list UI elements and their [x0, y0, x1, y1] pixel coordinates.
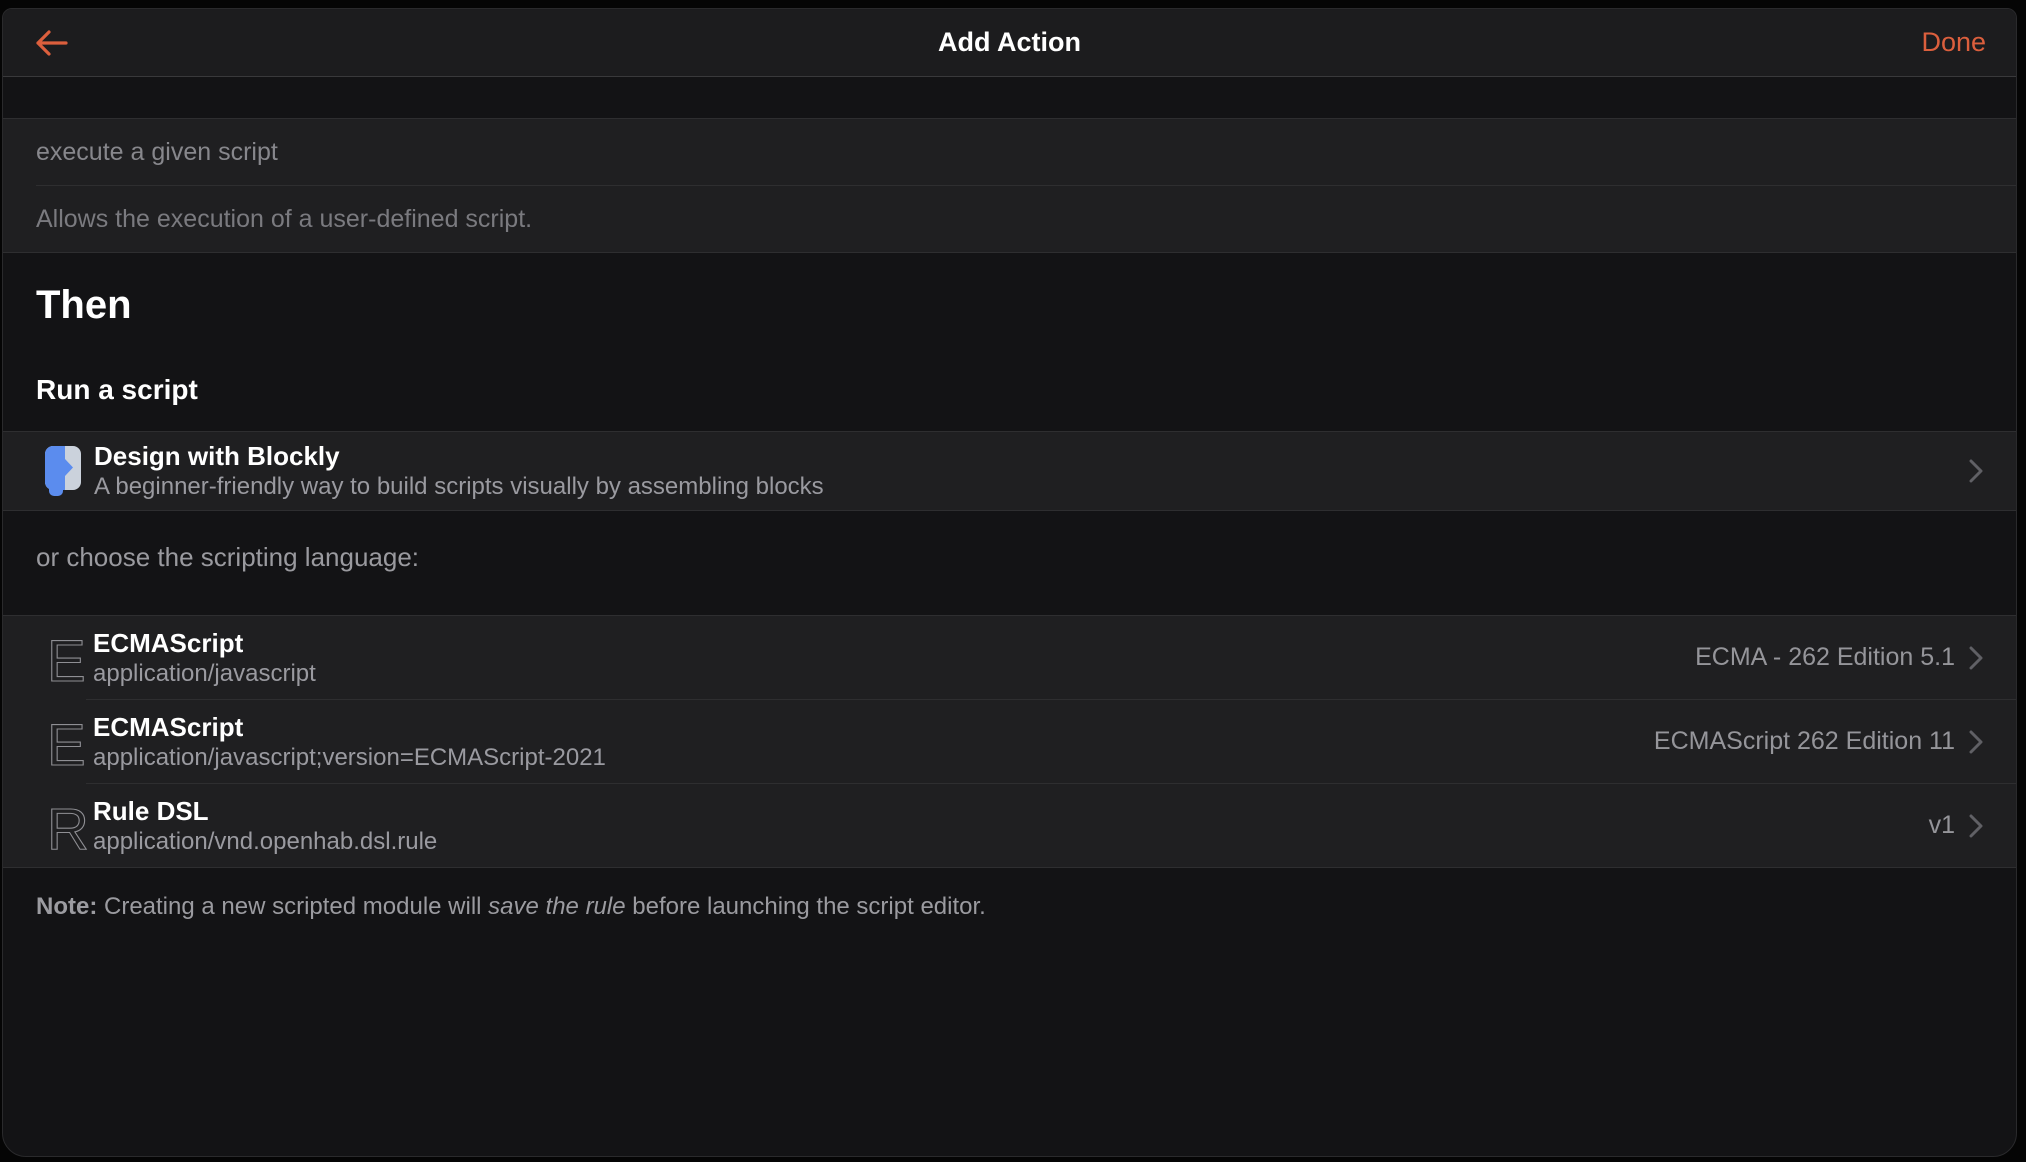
letter-e-icon: E: [46, 628, 86, 689]
module-description-value: Allows the execution of a user-defined s…: [36, 204, 533, 233]
language-item-rule-dsl[interactable]: R Rule DSL application/vnd.openhab.dsl.r…: [3, 784, 2016, 867]
language-version: v1: [1928, 811, 1955, 839]
navbar: Add Action Done: [3, 9, 2016, 77]
page-title: Add Action: [938, 27, 1081, 57]
back-button[interactable]: [33, 28, 173, 58]
blockly-subtitle: A beginner-friendly way to build scripts…: [94, 473, 824, 500]
language-title: ECMAScript: [93, 627, 244, 658]
letter-glyph: E: [47, 629, 86, 689]
note-text: Note: Creating a new scripted module wil…: [36, 893, 986, 920]
language-version: ECMAScript 262 Edition 11: [1653, 727, 1955, 755]
chevron-right-icon: [1969, 730, 1983, 753]
language-list: E ECMAScript application/javascript ECMA…: [3, 615, 2016, 868]
language-title: Rule DSL: [93, 795, 209, 826]
module-name-row[interactable]: execute a given script: [3, 119, 2016, 185]
then-heading: Then: [36, 283, 132, 327]
language-title: ECMAScript: [93, 711, 244, 742]
blockly-icon: [45, 446, 81, 496]
note-label: Note:: [36, 893, 98, 920]
language-mime: application/javascript;version=ECMAScrip…: [93, 743, 606, 771]
module-description-row: Allows the execution of a user-defined s…: [3, 186, 2016, 252]
module-info-group: execute a given script Allows the execut…: [3, 118, 2016, 253]
module-name-value: execute a given script: [36, 137, 278, 166]
blockly-group: Design with Blockly A beginner-friendly …: [3, 431, 2016, 511]
back-arrow-icon: [36, 29, 68, 56]
done-button[interactable]: Done: [1921, 27, 1986, 58]
run-a-script-heading: Run a script: [36, 374, 198, 405]
language-item-ecmascript-5[interactable]: E ECMAScript application/javascript ECMA…: [3, 616, 2016, 699]
letter-glyph: R: [47, 797, 89, 857]
language-mime: application/javascript: [93, 659, 316, 687]
language-version: ECMA - 262 Edition 5.1: [1695, 643, 1955, 671]
chevron-right-icon: [1969, 459, 1983, 483]
chevron-right-icon: [1969, 646, 1983, 669]
add-action-sheet: Add Action Done execute a given script A…: [2, 8, 2017, 1157]
chevron-right-icon: [1969, 814, 1983, 837]
design-with-blockly-item[interactable]: Design with Blockly A beginner-friendly …: [3, 432, 2016, 510]
blockly-title: Design with Blockly: [94, 441, 340, 471]
letter-glyph: E: [47, 713, 86, 773]
language-item-ecmascript-2021[interactable]: E ECMAScript application/javascript;vers…: [3, 700, 2016, 783]
language-mime: application/vnd.openhab.dsl.rule: [93, 827, 438, 855]
letter-r-icon: R: [46, 796, 89, 857]
letter-e-icon: E: [46, 712, 86, 773]
language-prompt: or choose the scripting language:: [36, 542, 420, 572]
